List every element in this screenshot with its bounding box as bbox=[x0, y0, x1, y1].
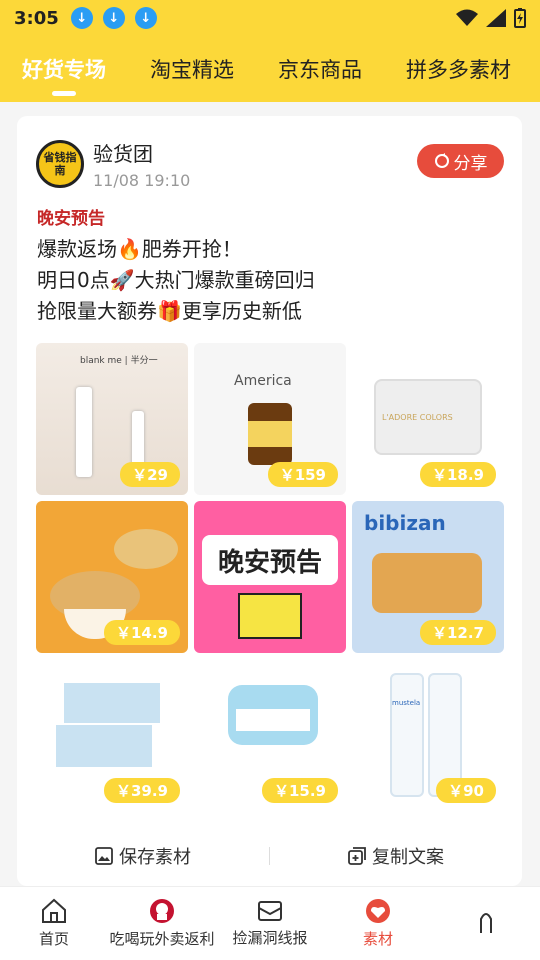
product-image[interactable]: mustela ￥90 bbox=[352, 659, 504, 811]
post-card: 省钱指南 验货团 11/08 19:10 分享 晚安预告 爆款返场🔥肥券开抢！ … bbox=[17, 116, 522, 886]
nav-label: 素材 bbox=[362, 930, 393, 948]
nav-deals[interactable]: 捡漏洞线报 bbox=[216, 887, 324, 960]
signal-icon bbox=[486, 9, 506, 27]
share-icon bbox=[434, 153, 449, 168]
status-bar: 3:05 ↓ ↓ ↓ bbox=[0, 0, 540, 36]
home-icon bbox=[42, 898, 66, 923]
product-image[interactable]: bibizan ￥12.7 bbox=[352, 501, 504, 653]
category-tabs: 好货专场 淘宝精选 京东商品 拼多多素材 bbox=[0, 36, 540, 102]
product-image[interactable]: ￥15.9 bbox=[194, 659, 346, 811]
tub-label bbox=[236, 709, 310, 731]
price-tag: ￥12.7 bbox=[419, 620, 496, 645]
milk-box-shape bbox=[56, 725, 152, 767]
product-image[interactable]: ￥39.9 bbox=[36, 659, 188, 811]
product-image[interactable]: blank me | 半分一 ￥29 bbox=[36, 343, 188, 495]
desc-line: 明日0点🚀大热门爆款重磅回归 bbox=[37, 268, 315, 292]
price-tag: ￥159 bbox=[267, 462, 338, 487]
jar-label bbox=[248, 421, 292, 447]
poster-banner: 晚安预告 bbox=[202, 535, 338, 585]
nav-material[interactable]: 素材 bbox=[324, 887, 432, 960]
poster-box-shape bbox=[238, 593, 302, 639]
battery-icon bbox=[514, 8, 526, 28]
share-label: 分享 bbox=[453, 153, 488, 174]
price-tag: ￥90 bbox=[436, 778, 496, 803]
avatar[interactable]: 省钱指南 bbox=[36, 140, 84, 188]
product-caption: blank me | 半分一 bbox=[80, 356, 158, 366]
product-caption: L'ADORE COLORS bbox=[382, 413, 453, 422]
tab-pdd[interactable]: 拼多多素材 bbox=[406, 36, 511, 102]
avatar-text: 省钱指南 bbox=[43, 151, 77, 177]
tab-haohuo[interactable]: 好货专场 bbox=[22, 36, 106, 102]
product-grid: blank me | 半分一 ￥29 America ￥159 L'ADORE … bbox=[36, 343, 504, 811]
product-caption: America bbox=[234, 373, 292, 389]
snack-bowl-shape bbox=[114, 529, 178, 569]
post-actions: 保存素材 复制文案 bbox=[17, 836, 522, 876]
nav-food-rebate[interactable]: 吃喝玩外卖返利 bbox=[108, 887, 216, 960]
download-icon: ↓ bbox=[134, 7, 157, 29]
price-tag: ￥14.9 bbox=[103, 620, 180, 645]
poster-title: 晚安预告 bbox=[217, 547, 322, 578]
author-name: 验货团 bbox=[93, 142, 153, 166]
tab-taobao[interactable]: 淘宝精选 bbox=[150, 36, 234, 102]
nav-label: 捡漏洞线报 bbox=[232, 929, 308, 947]
desc-line: 抢限量大额券🎁更享历史新低 bbox=[37, 299, 302, 323]
price-tag: ￥18.9 bbox=[419, 462, 496, 487]
kfc-icon bbox=[150, 899, 174, 923]
milk-box-shape bbox=[64, 683, 160, 723]
copy-icon bbox=[348, 847, 366, 865]
product-image[interactable]: L'ADORE COLORS ￥18.9 bbox=[352, 343, 504, 495]
bottle-shape bbox=[76, 387, 92, 477]
product-image[interactable]: 晚安预告 bbox=[194, 501, 346, 653]
price-tag: ￥39.9 bbox=[103, 778, 180, 803]
bottom-nav: 首页 吃喝玩外卖返利 捡漏洞线报 素材 bbox=[0, 886, 540, 960]
desc-line: 爆款返场🔥肥券开抢！ bbox=[37, 237, 242, 261]
download-icon: ↓ bbox=[102, 7, 125, 29]
post-description: 爆款返场🔥肥券开抢！ 明日0点🚀大热门爆款重磅回归 抢限量大额券🎁更享历史新低 bbox=[37, 234, 315, 327]
pump-bottle-shape bbox=[390, 673, 424, 797]
product-image[interactable]: America ￥159 bbox=[194, 343, 346, 495]
product-caption: mustela bbox=[392, 699, 421, 707]
nav-label: 吃喝玩外卖返利 bbox=[109, 930, 215, 948]
download-icon: ↓ bbox=[70, 7, 93, 29]
image-icon bbox=[95, 847, 113, 865]
nav-profile[interactable] bbox=[432, 887, 540, 960]
share-button[interactable]: 分享 bbox=[417, 144, 504, 178]
status-time: 3:05 bbox=[14, 7, 59, 29]
section-title: 晚安预告 bbox=[37, 209, 105, 229]
save-material-button[interactable]: 保存素材 bbox=[17, 843, 269, 869]
nav-label: 首页 bbox=[38, 930, 69, 948]
heart-icon bbox=[366, 899, 390, 923]
tab-jd[interactable]: 京东商品 bbox=[278, 36, 362, 102]
wifi-icon bbox=[456, 9, 478, 26]
bread-shape bbox=[372, 553, 482, 613]
envelope-icon bbox=[258, 901, 282, 921]
copy-label: 复制文案 bbox=[372, 847, 444, 868]
nav-home[interactable]: 首页 bbox=[0, 887, 108, 960]
user-icon bbox=[480, 912, 492, 933]
post-time: 11/08 19:10 bbox=[93, 171, 191, 190]
product-caption: bibizan bbox=[364, 511, 446, 535]
price-tag: ￥29 bbox=[120, 462, 180, 487]
save-label: 保存素材 bbox=[119, 847, 191, 868]
product-image[interactable]: ￥14.9 bbox=[36, 501, 188, 653]
price-tag: ￥15.9 bbox=[261, 778, 338, 803]
copy-text-button[interactable]: 复制文案 bbox=[270, 843, 522, 869]
